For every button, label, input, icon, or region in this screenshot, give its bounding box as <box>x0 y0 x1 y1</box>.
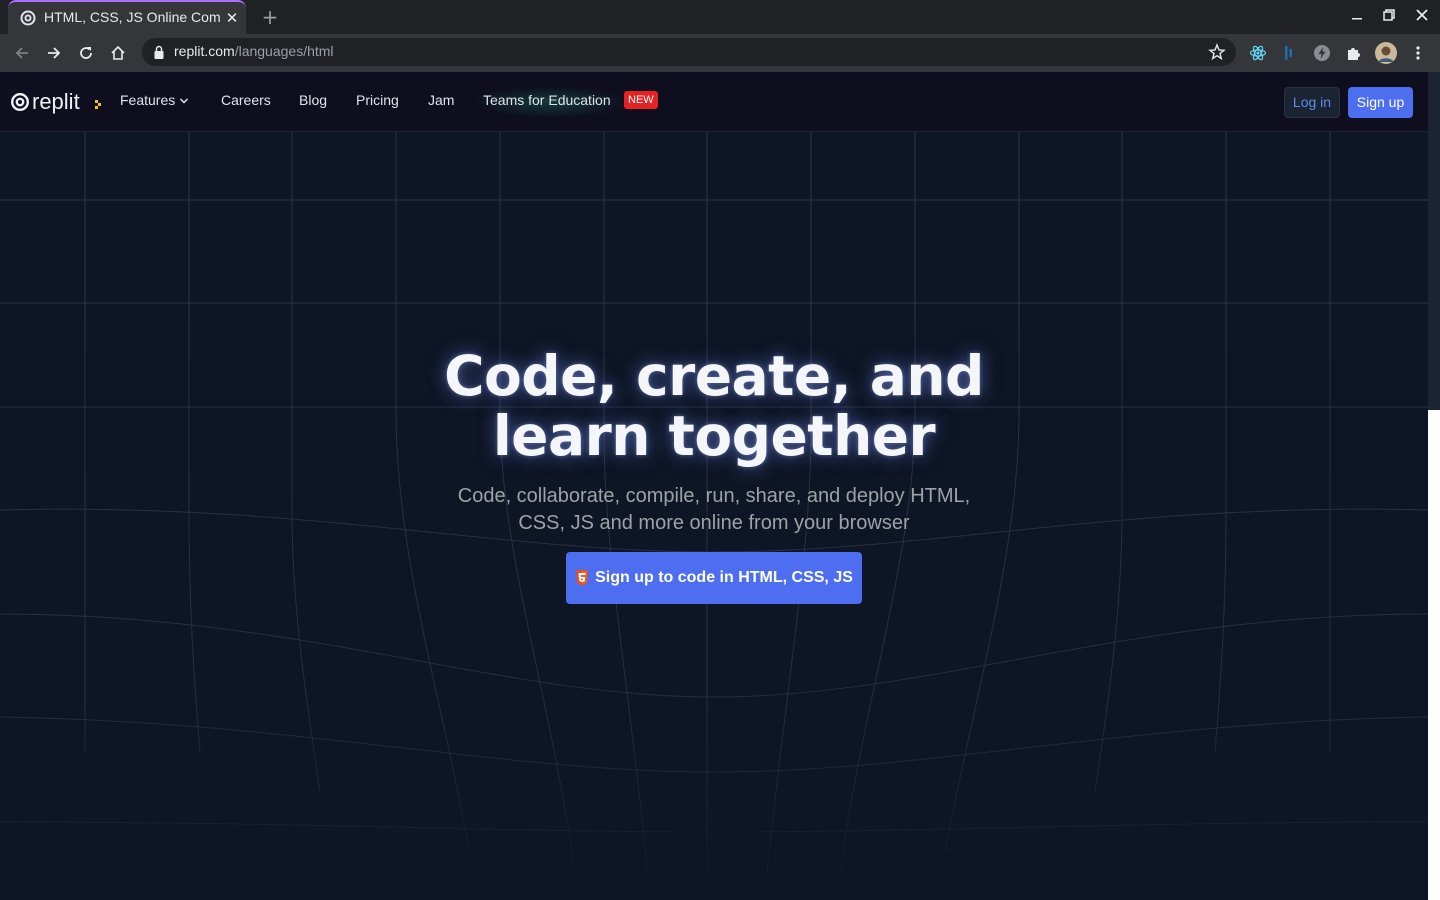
back-icon[interactable] <box>10 41 34 65</box>
browser-tab[interactable]: HTML, CSS, JS Online Compiler ✕ <box>8 0 246 34</box>
bookmark-star-icon[interactable] <box>1208 43 1226 61</box>
home-icon[interactable] <box>106 41 130 65</box>
nav-careers-link[interactable]: Careers <box>221 92 271 112</box>
nav-features-label: Features <box>120 92 176 108</box>
hero-title-line-1: Code, create, and <box>444 344 984 408</box>
browser-tabstrip: HTML, CSS, JS Online Compiler ✕ + <box>0 0 1440 34</box>
address-bar[interactable]: replit.com/languages/html <box>142 38 1236 66</box>
hero-subtitle-line-1: Code, collaborate, compile, run, share, … <box>457 485 971 507</box>
signup-button[interactable]: Sign up <box>1348 87 1413 118</box>
restore-icon[interactable] <box>1377 6 1401 28</box>
forward-icon[interactable] <box>42 41 66 65</box>
nav-jam-link[interactable]: Jam <box>428 92 454 112</box>
new-badge: NEW <box>624 91 658 109</box>
close-window-icon[interactable] <box>1410 6 1434 28</box>
hero-subtitle-line-2: CSS, JS and more online from your browse… <box>518 512 910 534</box>
hero-subtitle: Code, collaborate, compile, run, share, … <box>404 483 1024 537</box>
more-menu-icon[interactable] <box>1407 42 1429 64</box>
nav-features-dropdown[interactable]: Features <box>120 92 189 112</box>
nav-blog-link[interactable]: Blog <box>299 92 327 112</box>
lock-icon <box>154 45 164 59</box>
nav-teams-education-link[interactable]: Teams for Education <box>483 92 611 112</box>
hero-title: Code, create, and learn together <box>364 346 1064 466</box>
profile-avatar[interactable] <box>1375 42 1397 64</box>
browser-toolbar: replit.com/languages/html <box>0 34 1440 72</box>
login-button[interactable]: Log in <box>1284 87 1340 118</box>
brand-text: replit <box>32 89 80 114</box>
extension-bars-icon[interactable] <box>1279 42 1301 64</box>
replit-favicon-icon <box>20 10 36 26</box>
new-tab-icon[interactable]: + <box>259 6 281 28</box>
reload-icon[interactable] <box>74 41 98 65</box>
tab-close-icon[interactable]: ✕ <box>224 10 240 26</box>
hero-title-line-2: learn together <box>492 404 936 468</box>
replit-logo[interactable]: replit <box>10 89 106 117</box>
cta-label: Sign up to code in HTML, CSS, JS <box>595 569 853 586</box>
page-scrollbar-thumb[interactable] <box>1428 72 1440 410</box>
chevron-down-icon <box>180 98 189 104</box>
signup-html-cta-button[interactable]: Sign up to code in HTML, CSS, JS <box>566 552 862 604</box>
site-navbar: replit Features Careers Blog Pricing Jam… <box>0 72 1428 132</box>
nav-pricing-link[interactable]: Pricing <box>356 92 399 112</box>
url-text: replit.com/languages/html <box>174 43 334 59</box>
extensions-puzzle-icon[interactable] <box>1343 42 1365 64</box>
tab-title: HTML, CSS, JS Online Compiler <box>44 9 220 25</box>
html5-icon <box>576 570 589 586</box>
minimize-icon[interactable] <box>1345 6 1369 28</box>
lightning-extension-icon[interactable] <box>1311 42 1333 64</box>
react-devtools-icon[interactable] <box>1247 42 1269 64</box>
page-viewport: replit Features Careers Blog Pricing Jam… <box>0 72 1428 900</box>
